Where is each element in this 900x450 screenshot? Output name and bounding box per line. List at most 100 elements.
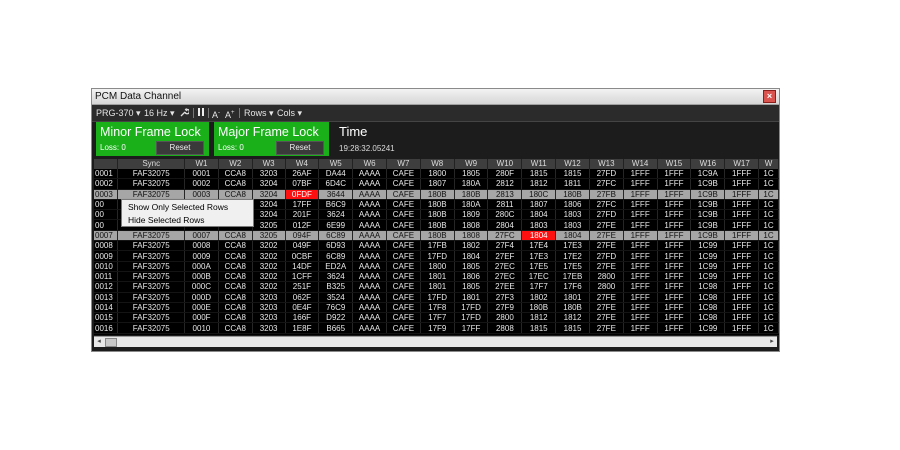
table-cell: 1C — [758, 240, 779, 252]
table-row[interactable]: 0012 FAF32075 000C CCA8 3202 251F B325 AAAA CAFE… — [94, 281, 779, 293]
menu-item-show-only-selected-rows[interactable]: Show Only Selected Rows — [122, 201, 253, 214]
table-cell: CCA8 — [218, 250, 253, 262]
table-row[interactable]: 0011 FAF32075 000B CCA8 3202 1CFF 3624 AAAA CAFE… — [94, 271, 779, 283]
table-cell: 17E3 — [521, 250, 557, 262]
table-cell: 000C — [184, 281, 219, 293]
table-cell: 3203 — [252, 312, 286, 324]
column-header[interactable]: W9 — [454, 159, 489, 169]
table-cell: AAAA — [352, 178, 387, 190]
column-header[interactable]: W11 — [521, 159, 557, 169]
title-bar[interactable]: PCM Data Channel × — [92, 89, 779, 105]
table-cell: 1803 — [521, 219, 557, 231]
column-header[interactable]: W8 — [420, 159, 455, 169]
column-header[interactable]: W16 — [690, 159, 726, 169]
menu-item-hide-selected-rows[interactable]: Hide Selected Rows — [122, 214, 253, 227]
column-header[interactable]: W14 — [623, 159, 658, 169]
table-cell: 6C89 — [318, 250, 354, 262]
font-larger-button[interactable]: A+ — [225, 107, 235, 121]
table-cell: 180B — [420, 189, 455, 200]
table-row[interactable]: 0003 FAF32075 0003 CCA8 3204 0FDF 3644 AAAA CAFE… — [94, 189, 779, 200]
table-cell: 1806 — [454, 271, 489, 283]
table-cell: 27EC — [487, 261, 523, 272]
scroll-left-arrow-icon[interactable]: ◂ — [94, 337, 104, 347]
cols-menu[interactable]: Cols ▾ — [277, 107, 302, 119]
table-cell: CCA8 — [218, 271, 253, 283]
table-row[interactable]: 0013 FAF32075 000D CCA8 3203 062F 3524 AAAA CAFE… — [94, 292, 779, 303]
table-row[interactable]: 0015 FAF32075 000F CCA8 3203 166F D922 AAAA CAFE… — [94, 312, 779, 324]
scroll-thumb[interactable] — [105, 338, 117, 347]
column-header[interactable]: W2 — [218, 159, 253, 169]
window-title: PCM Data Channel — [95, 91, 182, 102]
table-cell: 180B — [420, 230, 455, 242]
table-cell: CCA8 — [218, 240, 253, 252]
table-cell: 27FE — [589, 230, 624, 242]
data-grid[interactable]: Sync W1 W2 W3 W4 W5 W6 W7 W8 W9 W10 W11 W12 W13 W14 W15… — [94, 159, 779, 335]
table-cell: 1C99 — [690, 322, 726, 334]
close-button[interactable]: × — [763, 90, 776, 103]
table-cell: 3624 — [318, 271, 354, 283]
table-row[interactable]: 0008 FAF32075 0008 CCA8 3202 049F 6D93 AAAA CAFE… — [94, 240, 779, 252]
pause-icon[interactable] — [197, 107, 205, 120]
table-cell: AAAA — [352, 250, 387, 262]
table-row[interactable]: 0009 FAF32075 0009 CCA8 3202 0CBF 6C89 AAAA CAFE… — [94, 250, 779, 262]
column-header[interactable]: W3 — [252, 159, 286, 169]
table-cell: 0001 — [184, 169, 219, 180]
column-header[interactable]: W5 — [318, 159, 354, 169]
table-row[interactable]: 0016 FAF32075 0010 CCA8 3203 1E8F B665 AAAA CAFE… — [94, 322, 779, 334]
row-index-cell: 0015 — [94, 312, 119, 324]
table-cell: 2808 — [487, 322, 523, 334]
table-cell: 1807 — [420, 178, 455, 190]
table-cell: CAFE — [386, 240, 421, 252]
column-header[interactable]: W1 — [184, 159, 219, 169]
font-smaller-button[interactable]: A- — [212, 107, 220, 121]
column-header[interactable]: W7 — [386, 159, 421, 169]
rate-select[interactable]: 16 Hz ▾ — [144, 107, 175, 119]
column-header[interactable]: W10 — [487, 159, 523, 169]
column-header[interactable]: W17 — [724, 159, 760, 169]
column-header[interactable]: W — [758, 159, 779, 169]
table-cell: 1FFF — [657, 219, 692, 231]
table-cell: 1FFF — [724, 189, 760, 200]
table-cell: CCA8 — [218, 178, 253, 190]
table-cell: 1C — [758, 261, 779, 272]
table-row[interactable]: 0014 FAF32075 000E CCA8 3203 0E4F 76C9 AAAA CAFE… — [94, 302, 779, 314]
table-cell: 1FFF — [623, 230, 658, 242]
column-header[interactable]: W13 — [589, 159, 624, 169]
table-cell: FAF32075 — [117, 230, 186, 242]
table-cell: FAF32075 — [117, 271, 186, 283]
table-cell: 1C — [758, 312, 779, 324]
table-cell: 049F — [285, 240, 320, 252]
column-header[interactable]: W6 — [352, 159, 387, 169]
column-header[interactable] — [94, 159, 119, 169]
stream-select[interactable]: PRG-370 ▾ — [96, 107, 141, 119]
table-cell: 2811 — [487, 199, 523, 211]
table-row[interactable]: 0001 FAF32075 0001 CCA8 3203 26AF DA44 AAAA CAFE… — [94, 169, 779, 180]
table-cell: 180B — [420, 219, 455, 231]
table-row[interactable]: 0010 FAF32075 000A CCA8 3202 14DF ED2A AAAA CAFE… — [94, 261, 779, 272]
column-header[interactable]: Sync — [117, 159, 186, 169]
table-row[interactable]: 0007 FAF32075 0007 CCA8 3205 094F 6C89 AAAA CAFE… — [94, 230, 779, 242]
table-cell: B665 — [318, 322, 354, 334]
column-header[interactable]: W12 — [555, 159, 590, 169]
table-cell: FAF32075 — [117, 281, 186, 293]
time-panel: Time 19:28:32.05241 — [337, 122, 777, 156]
rows-menu[interactable]: Rows ▾ — [244, 107, 274, 119]
table-cell: 17FB — [420, 240, 455, 252]
horizontal-scrollbar[interactable]: ◂ ▸ — [94, 336, 777, 347]
column-header[interactable]: W15 — [657, 159, 692, 169]
table-cell: 3204 — [252, 199, 286, 211]
table-cell: 1812 — [521, 178, 557, 190]
time-label: Time — [339, 124, 368, 139]
table-cell: 180B — [555, 302, 590, 314]
table-cell: 1C — [758, 271, 779, 283]
major-reset-button[interactable]: Reset — [276, 141, 324, 155]
table-cell: 2813 — [487, 189, 523, 200]
table-row[interactable]: 0002 FAF32075 0002 CCA8 3204 07BF 6D4C AAAA CAFE… — [94, 178, 779, 190]
minor-reset-button[interactable]: Reset — [156, 141, 204, 155]
table-cell: 1FFF — [724, 219, 760, 231]
table-cell: 1815 — [555, 322, 590, 334]
wrench-icon[interactable] — [179, 107, 190, 120]
column-header[interactable]: W4 — [285, 159, 320, 169]
scroll-right-arrow-icon[interactable]: ▸ — [767, 337, 777, 347]
context-menu: Show Only Selected Rows Hide Selected Ro… — [121, 199, 254, 227]
